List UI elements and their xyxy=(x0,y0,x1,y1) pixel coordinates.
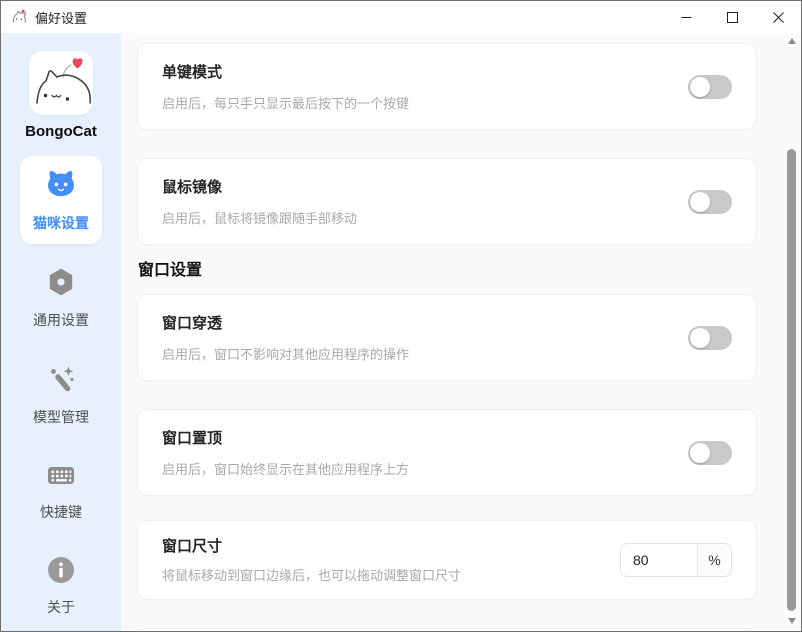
setting-card-mouse-mirror: 鼠标镜像 启用后，鼠标将镜像跟随手部移动 xyxy=(137,158,757,245)
titlebar: 偏好设置 xyxy=(1,1,801,33)
setting-card-opacity: 不透明度 xyxy=(137,628,757,631)
sidebar-item-label: 模型管理 xyxy=(33,407,89,427)
sidebar-item-label: 关于 xyxy=(47,597,75,617)
scroll-up-arrow-icon[interactable] xyxy=(788,38,796,44)
section-header-window-settings: 窗口设置 xyxy=(138,256,757,280)
close-button[interactable] xyxy=(755,1,801,33)
vertical-scrollbar[interactable] xyxy=(785,33,799,631)
setting-description: 启用后，窗口始终显示在其他应用程序上方 xyxy=(162,459,409,478)
setting-text: 鼠标镜像 启用后，鼠标将镜像跟随手部移动 xyxy=(162,176,357,227)
sidebar-item-cat-settings[interactable]: 猫咪设置 xyxy=(20,156,102,244)
app-cat-icon xyxy=(11,9,28,26)
scrollbar-thumb[interactable] xyxy=(787,149,796,611)
window-size-input-group: % xyxy=(620,543,732,577)
setting-card-window-on-top: 窗口置顶 启用后，窗口始终显示在其他应用程序上方 xyxy=(137,409,757,496)
setting-title: 鼠标镜像 xyxy=(162,176,357,197)
window-passthrough-toggle[interactable] xyxy=(688,326,732,350)
setting-card-single-key-mode: 单键模式 启用后，每只手只显示最后按下的一个按键 xyxy=(137,43,757,130)
setting-description: 将鼠标移动到窗口边缘后，也可以拖动调整窗口尺寸 xyxy=(162,565,461,584)
sidebar: BongoCat 猫咪设置 xyxy=(1,33,121,631)
setting-title: 单键模式 xyxy=(162,61,409,82)
mouse-mirror-toggle[interactable] xyxy=(688,190,732,214)
setting-text: 窗口尺寸 将鼠标移动到窗口边缘后，也可以拖动调整窗口尺寸 xyxy=(162,535,461,584)
toggle-knob xyxy=(690,443,710,463)
scroll-down-arrow-icon[interactable] xyxy=(788,618,796,624)
window-on-top-toggle[interactable] xyxy=(688,441,732,465)
setting-title: 窗口置顶 xyxy=(162,427,409,448)
sidebar-item-general-settings[interactable]: 通用设置 xyxy=(20,253,102,341)
sidebar-item-about[interactable]: 关于 xyxy=(20,542,102,628)
main-area: BongoCat 猫咪设置 xyxy=(1,33,801,631)
sidebar-nav: 猫咪设置 通用设置 xyxy=(20,156,102,631)
app-name: BongoCat xyxy=(25,123,97,140)
info-icon xyxy=(46,555,76,590)
setting-text: 单键模式 启用后，每只手只显示最后按下的一个按键 xyxy=(162,61,409,112)
single-key-mode-toggle[interactable] xyxy=(688,75,732,99)
window-title: 偏好设置 xyxy=(35,8,87,27)
setting-card-window-passthrough: 窗口穿透 启用后，窗口不影响对其他应用程序的操作 xyxy=(137,294,757,381)
toggle-knob xyxy=(690,77,710,97)
setting-card-window-size: 窗口尺寸 将鼠标移动到窗口边缘后，也可以拖动调整窗口尺寸 % xyxy=(137,520,757,600)
sidebar-item-label: 快捷键 xyxy=(40,502,82,522)
maximize-button[interactable] xyxy=(709,1,755,33)
setting-description: 启用后，每只手只显示最后按下的一个按键 xyxy=(162,93,409,112)
bongocat-logo xyxy=(29,51,93,115)
sidebar-item-model-management[interactable]: 模型管理 xyxy=(20,350,102,438)
setting-description: 启用后，窗口不影响对其他应用程序的操作 xyxy=(162,344,409,363)
setting-text: 窗口穿透 启用后，窗口不影响对其他应用程序的操作 xyxy=(162,312,409,363)
window-size-unit: % xyxy=(697,544,731,576)
setting-description: 启用后，鼠标将镜像跟随手部移动 xyxy=(162,208,357,227)
setting-title: 窗口尺寸 xyxy=(162,535,461,556)
toggle-knob xyxy=(690,192,710,212)
window-controls xyxy=(663,1,801,33)
settings-panel: 单键模式 启用后，每只手只显示最后按下的一个按键 鼠标镜像 启用后，鼠标将镜像跟… xyxy=(121,33,801,631)
toggle-knob xyxy=(690,328,710,348)
keyboard-icon xyxy=(45,460,77,495)
sidebar-item-label: 通用设置 xyxy=(33,310,89,330)
sidebar-item-shortcuts[interactable]: 快捷键 xyxy=(20,447,102,533)
nut-gear-icon xyxy=(45,266,77,303)
sidebar-item-label: 猫咪设置 xyxy=(33,213,89,233)
magic-wand-icon xyxy=(45,363,77,400)
cat-icon xyxy=(44,169,78,206)
window-size-input[interactable] xyxy=(621,544,697,576)
minimize-button[interactable] xyxy=(663,1,709,33)
preferences-window: 偏好设置 xyxy=(0,0,802,632)
setting-title: 窗口穿透 xyxy=(162,312,409,333)
setting-text: 窗口置顶 启用后，窗口始终显示在其他应用程序上方 xyxy=(162,427,409,478)
